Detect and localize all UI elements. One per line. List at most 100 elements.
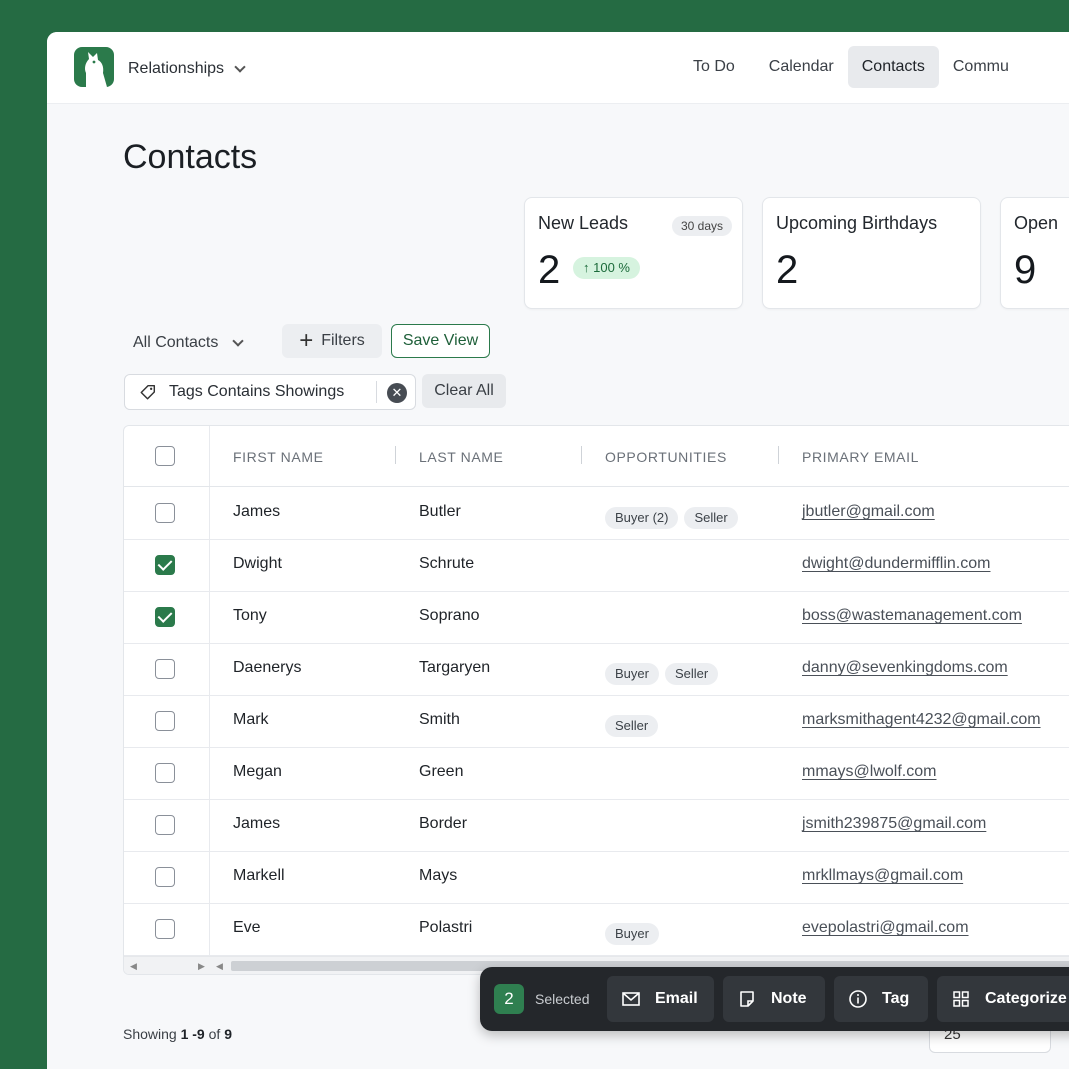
header-primary-email[interactable]: PRIMARY EMAIL: [802, 449, 919, 465]
cell-last-name: Polastri: [419, 919, 473, 936]
view-selector[interactable]: All Contacts: [133, 332, 245, 354]
clear-all-button[interactable]: Clear All: [422, 374, 506, 408]
app-name: Relationships: [128, 60, 225, 77]
cell-first-name: James: [233, 815, 281, 832]
remove-filter-icon[interactable]: ✕: [387, 383, 407, 403]
chip-divider: [376, 381, 377, 403]
table-row[interactable]: James Butler Buyer (2) Seller jbutler@gmail.…: [124, 488, 1069, 540]
card-value: 2: [538, 248, 561, 292]
row-checkbox[interactable]: [155, 867, 175, 887]
card-open[interactable]: Open 9: [1000, 197, 1069, 309]
nav-contacts[interactable]: Contacts: [847, 46, 939, 88]
scroll-left-icon[interactable]: ◀: [216, 961, 223, 972]
tag-action-button[interactable]: Tag: [834, 976, 928, 1022]
wolf-logo-icon: [85, 52, 107, 87]
table-row[interactable]: Mark Smith Seller marksmithagent4232@gmail.…: [124, 696, 1069, 748]
table-row[interactable]: James Border jsmith239875@gmail.com: [124, 800, 1069, 852]
row-checkbox[interactable]: [155, 815, 175, 835]
info-circle-icon: [849, 990, 867, 1008]
cell-email-link[interactable]: mrkllmays@gmail.com: [802, 867, 963, 885]
top-nav: To Do Calendar Contacts Commu: [673, 46, 1023, 88]
plus-icon: +: [299, 327, 314, 354]
table-row[interactable]: Eve Polastri Buyer evepolastri@gmail.com: [124, 904, 1069, 956]
cell-last-name: Butler: [419, 503, 461, 520]
cell-last-name: Schrute: [419, 555, 475, 572]
table-header: FIRST NAME LAST NAME OPPORTUNITIES PRIMA…: [124, 426, 1069, 487]
header-first-name[interactable]: FIRST NAME: [233, 449, 324, 465]
filters-button[interactable]: + Filters: [282, 324, 382, 358]
cell-email-link[interactable]: danny@sevenkingdoms.com: [802, 659, 1008, 677]
table-row[interactable]: Daenerys Targaryen Buyer Seller danny@sevenk…: [124, 644, 1069, 696]
cell-first-name: Dwight: [233, 555, 282, 572]
cell-email-link[interactable]: jsmith239875@gmail.com: [802, 815, 986, 833]
chevron-down-icon: [234, 61, 246, 73]
select-all-checkbox[interactable]: [155, 446, 175, 466]
card-value: 9: [1014, 248, 1037, 292]
scroll-left-icon[interactable]: ◀: [130, 961, 137, 972]
grid-icon: [953, 991, 969, 1007]
opportunity-pill: Buyer: [605, 923, 659, 945]
row-checkbox[interactable]: [155, 659, 175, 679]
nav-calendar[interactable]: Calendar: [755, 46, 848, 88]
cell-last-name: Mays: [419, 867, 458, 884]
filter-chip-label: Tags Contains Showings: [169, 383, 345, 400]
card-new-leads[interactable]: New Leads 30 days 2 ↑ 100 %: [524, 197, 743, 309]
cell-first-name: Daenerys: [233, 659, 302, 676]
table-row[interactable]: Tony Soprano boss@wastemanagement.com: [124, 592, 1069, 644]
scroll-right-icon[interactable]: ▶: [198, 961, 205, 972]
cell-email-link[interactable]: jbutler@gmail.com: [802, 503, 935, 521]
filter-chip[interactable]: Tags Contains Showings ✕: [124, 374, 416, 410]
pagination-summary: Showing 1 -9 of 9: [123, 1026, 232, 1042]
chevron-down-icon: [232, 335, 245, 347]
categorize-action-label: Categorize: [985, 990, 1067, 1007]
app-switcher[interactable]: Relationships: [128, 58, 246, 80]
nav-communications[interactable]: Commu: [939, 46, 1023, 88]
filters-label: Filters: [321, 332, 365, 349]
top-bar: Relationships To Do Calendar Contacts Co…: [47, 32, 1069, 104]
table-row[interactable]: Markell Mays mrkllmays@gmail.com: [124, 852, 1069, 904]
cell-email-link[interactable]: boss@wastemanagement.com: [802, 607, 1022, 625]
header-last-name[interactable]: LAST NAME: [419, 449, 504, 465]
cell-email-link[interactable]: mmays@lwolf.com: [802, 763, 936, 781]
column-resizer[interactable]: [395, 446, 396, 464]
card-title: Upcoming Birthdays: [776, 213, 938, 233]
note-icon: [740, 991, 754, 1007]
cell-email-link[interactable]: marksmithagent4232@gmail.com: [802, 711, 1041, 729]
email-action-button[interactable]: Email: [607, 976, 714, 1022]
cell-email-link[interactable]: evepolastri@gmail.com: [802, 919, 969, 937]
row-checkbox[interactable]: [155, 607, 175, 627]
cell-first-name: Mark: [233, 711, 269, 728]
row-checkbox[interactable]: [155, 711, 175, 731]
cell-first-name: James: [233, 503, 281, 520]
column-resizer[interactable]: [581, 446, 582, 464]
app-logo[interactable]: [74, 47, 114, 87]
opportunity-pill: Seller: [684, 507, 738, 529]
card-title: New Leads: [538, 213, 629, 233]
opportunity-pill: Buyer: [605, 663, 659, 685]
period-badge: 30 days: [671, 216, 732, 236]
note-action-button[interactable]: Note: [723, 976, 825, 1022]
showing-total: 9: [224, 1026, 232, 1042]
row-checkbox[interactable]: [155, 555, 175, 575]
header-opportunities[interactable]: OPPORTUNITIES: [605, 449, 727, 465]
card-value: 2: [776, 248, 799, 292]
tag-action-label: Tag: [882, 990, 910, 1007]
row-checkbox[interactable]: [155, 763, 175, 783]
card-upcoming-birthdays[interactable]: Upcoming Birthdays 2: [762, 197, 981, 309]
row-checkbox[interactable]: [155, 919, 175, 939]
page-title: Contacts: [123, 138, 258, 176]
row-checkbox[interactable]: [155, 503, 175, 523]
column-resizer[interactable]: [778, 446, 779, 464]
categorize-action-button[interactable]: Categorize: [937, 976, 1069, 1022]
cell-first-name: Eve: [233, 919, 261, 936]
of-label: of: [204, 1026, 225, 1042]
table-row[interactable]: Dwight Schrute dwight@dundermifflin.com: [124, 540, 1069, 592]
showing-range: 1 -9: [180, 1026, 205, 1042]
table-row[interactable]: Megan Green mmays@lwolf.com: [124, 748, 1069, 800]
cell-opportunities: Buyer (2) Seller: [605, 507, 738, 529]
email-action-label: Email: [655, 990, 698, 1007]
cell-first-name: Tony: [233, 607, 267, 624]
nav-to-do[interactable]: To Do: [673, 46, 755, 88]
save-view-button[interactable]: Save View: [391, 324, 490, 358]
cell-email-link[interactable]: dwight@dundermifflin.com: [802, 555, 990, 573]
